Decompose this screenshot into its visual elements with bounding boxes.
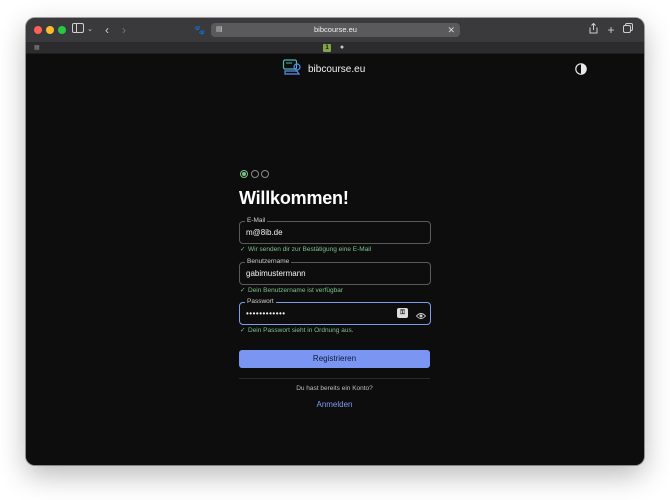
site-name[interactable]: bibcourse.eu (308, 64, 365, 76)
check-icon: ✓ (240, 287, 246, 294)
grid-icon[interactable]: ▦ (34, 44, 42, 52)
apple-icon[interactable]: ● (338, 43, 346, 53)
step-dot (251, 170, 259, 178)
close-window-button[interactable] (34, 26, 42, 34)
password-hint-text: Dein Passwort sieht in Ordnung aus. (248, 327, 354, 334)
browser-toolbar: ⌄ ‹ › 🐾 ▤ bibcourse.eu ✕ + (26, 18, 644, 43)
email-field[interactable]: E-Mail m@8ib.de (239, 216, 431, 244)
clear-url-icon[interactable]: ✕ (447, 23, 455, 37)
username-value: gabimustermann (246, 269, 306, 278)
tab-overview-icon[interactable] (623, 23, 633, 37)
login-link[interactable]: Anmelden (239, 400, 430, 410)
chevron-down-icon[interactable]: ⌄ (86, 23, 94, 37)
check-icon: ✓ (240, 246, 246, 253)
favorite-app-icon[interactable]: 1 (323, 44, 331, 52)
email-value: m@8ib.de (246, 228, 283, 237)
share-icon[interactable] (588, 22, 598, 37)
zoom-window-button[interactable] (58, 26, 66, 34)
browser-window: ⌄ ‹ › 🐾 ▤ bibcourse.eu ✕ + ▦ 1 ● bibcour… (26, 18, 644, 465)
paw-icon[interactable]: 🐾 (194, 23, 205, 37)
username-label: Benutzername (245, 257, 292, 266)
page-title: Willkommen! (239, 188, 349, 208)
email-hint: ✓ Wir senden dir zur Bestätigung eine E-M… (240, 245, 371, 254)
password-label: Passwort (245, 297, 276, 306)
register-button[interactable]: Registrieren (239, 350, 430, 368)
password-field[interactable]: Passwort •••••••••••• ⚿ (239, 297, 431, 325)
account-question: Du hast bereits ein Konto? (296, 385, 373, 392)
site-logo-icon[interactable] (282, 58, 302, 78)
url-text: bibcourse.eu (314, 25, 357, 34)
username-hint: ✓ Dein Benutzername ist verfügbar (240, 286, 343, 295)
new-tab-icon[interactable]: + (606, 23, 616, 37)
back-icon[interactable]: ‹ (102, 23, 112, 37)
password-manager-icon[interactable]: ⚿ (397, 308, 408, 318)
step-dot (261, 170, 269, 178)
email-hint-text: Wir senden dir zur Bestätigung eine E-Ma… (248, 246, 372, 253)
email-label: E-Mail (245, 216, 268, 225)
forward-icon[interactable]: › (119, 23, 129, 37)
password-value: •••••••••••• (246, 309, 286, 318)
check-icon: ✓ (240, 327, 246, 334)
username-hint-text: Dein Benutzername ist verfügbar (248, 287, 344, 294)
favorites-bar: ▦ 1 ● (26, 43, 644, 54)
page-content: bibcourse.eu Willkommen! E-Mail m@8ib.de… (26, 54, 644, 465)
theme-toggle-icon[interactable] (575, 62, 587, 75)
password-hint: ✓ Dein Passwort sieht in Ordnung aus. (240, 326, 354, 335)
sidebar-toggle-icon[interactable] (72, 23, 84, 37)
show-password-icon[interactable] (415, 308, 427, 319)
username-field[interactable]: Benutzername gabimustermann (239, 257, 431, 285)
step-dot-active (240, 170, 248, 178)
address-bar[interactable]: ▤ bibcourse.eu ✕ (211, 23, 460, 37)
minimize-window-button[interactable] (46, 26, 54, 34)
divider (239, 378, 430, 379)
